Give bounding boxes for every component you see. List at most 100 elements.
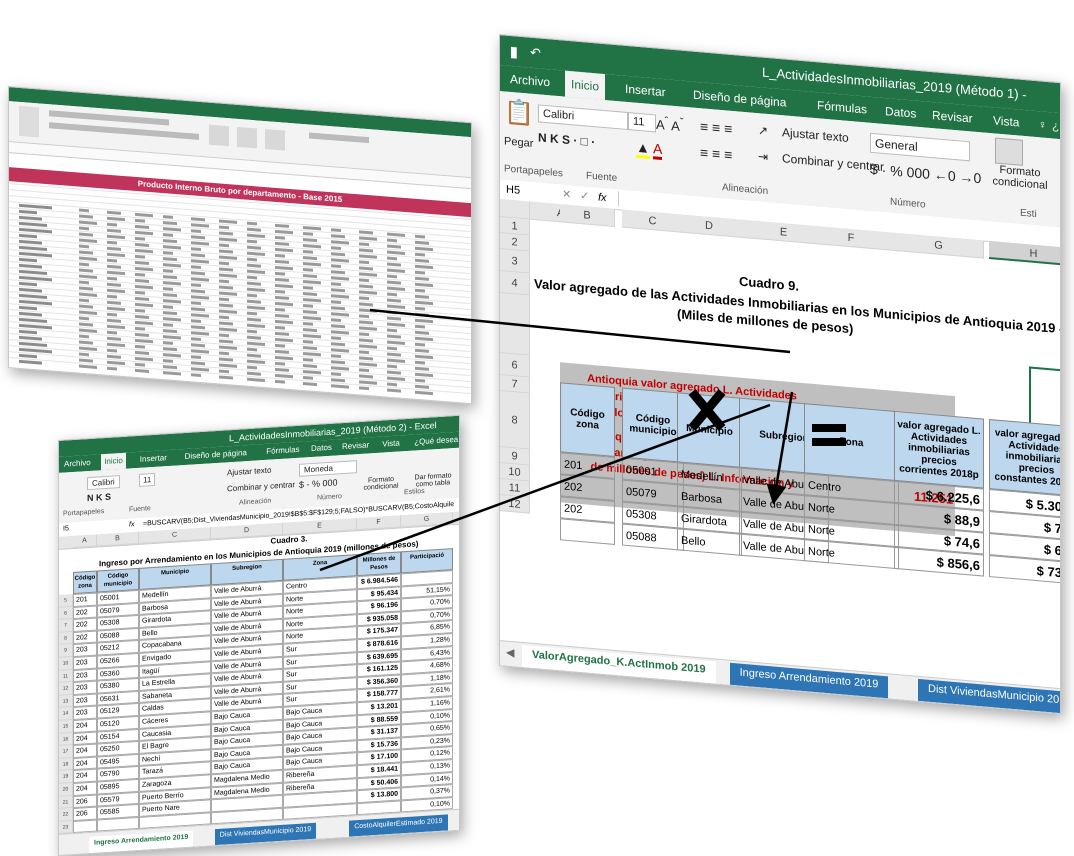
menu-tab-datos[interactable]: Datos — [308, 440, 335, 458]
clipboard-icon: 📋 — [504, 98, 534, 128]
group-label: Alineación — [722, 182, 769, 198]
table-format-button[interactable]: Dar formato como tabla — [409, 472, 457, 489]
font-name-select[interactable]: Calibri — [87, 475, 120, 491]
pib-grid — [9, 183, 471, 403]
enter-icon[interactable]: ✓ — [580, 186, 589, 207]
thumbnail-pib-sheet: Producto Interno Bruto por departamento … — [8, 86, 472, 405]
currency-button[interactable]: $ - % 000 — [299, 477, 338, 489]
font-size-select[interactable]: 11 — [139, 472, 156, 487]
cond-format-icon[interactable] — [995, 137, 1023, 166]
name-box[interactable]: I5 — [63, 522, 69, 536]
row-header[interactable]: 3 — [500, 249, 530, 274]
table-cell[interactable]: 05088 — [622, 523, 684, 551]
row-header: 18 — [59, 757, 73, 772]
cell-styles-icon[interactable] — [265, 129, 285, 151]
group-label: Número — [890, 196, 926, 211]
value-placeholder — [275, 379, 285, 384]
table-format-icon[interactable] — [237, 126, 257, 149]
cond-format-button[interactable]: Formato condicional — [359, 475, 403, 492]
save-icon[interactable]: ▮ — [510, 36, 518, 67]
fill-color-icon[interactable]: ▲ A — [636, 138, 663, 160]
table-header[interactable]: Código municipio — [97, 567, 139, 593]
cancel-icon[interactable]: ✕ — [562, 184, 571, 205]
row-header: 7 — [59, 619, 73, 633]
currency-format-icon[interactable]: $ · % 000 ←0 →0 — [870, 161, 981, 187]
wrap-text-button[interactable]: Ajustar texto — [782, 125, 849, 145]
menu-tab-inicio[interactable]: Inicio — [101, 452, 126, 471]
orientation-icon[interactable]: ↗ — [758, 123, 768, 138]
number-format-select[interactable]: Moneda — [299, 460, 357, 477]
bold-button[interactable]: N K S — [87, 492, 111, 504]
value-placeholder — [163, 371, 181, 376]
indent-icon[interactable]: ⇥ — [758, 149, 768, 164]
value-placeholder — [415, 390, 433, 396]
table-header[interactable]: Municipio — [677, 392, 742, 468]
paste-button[interactable]: Pegar — [504, 135, 533, 150]
font-grow-icon[interactable]: Aˆ Aˇ — [656, 114, 683, 134]
value-placeholder — [191, 373, 201, 378]
column-header-b[interactable]: B — [560, 204, 615, 227]
sheet-tab[interactable]: Dist ViviendasMunicipio 2019 — [214, 822, 317, 846]
merge-center-button[interactable]: Combinar y centrar — [782, 151, 884, 174]
row-header: 22 — [59, 808, 73, 822]
value-placeholder — [247, 377, 265, 383]
row-header: 19 — [59, 770, 73, 784]
row-header: 17 — [59, 745, 73, 759]
table-cell[interactable] — [560, 518, 615, 545]
number-format-select[interactable]: General — [870, 132, 970, 162]
table-cell[interactable]: Bello — [677, 528, 742, 556]
font-name-select[interactable]: Calibri — [538, 104, 628, 131]
group-label: Esti — [1020, 207, 1037, 221]
group-label: Portapapeles — [504, 163, 563, 180]
undo-icon[interactable]: ↶ — [530, 38, 541, 69]
group-label: Fuente — [129, 505, 151, 514]
row-header: 5 — [59, 594, 73, 608]
row-header: 13 — [59, 694, 73, 709]
row-header: 10 — [59, 657, 73, 671]
value-placeholder — [331, 384, 349, 389]
align-left-icon[interactable]: ≡ ≡ ≡ — [700, 144, 732, 163]
table-header[interactable]: valor agregado L. Actividades inmobiliar… — [989, 418, 1061, 498]
menu-tab-inicio[interactable]: Inicio — [565, 70, 606, 101]
table-header[interactable]: Código zona — [560, 382, 615, 457]
scroll-left-icon[interactable]: ◀ — [506, 646, 514, 660]
value-placeholder — [79, 364, 97, 369]
menu-tab-vista[interactable]: Vista — [987, 107, 1025, 136]
row-header: 6 — [59, 606, 73, 621]
row-label-placeholder — [19, 359, 42, 365]
tell-me-icon[interactable]: ♀ — [1038, 111, 1047, 138]
table-header[interactable]: Código municipio — [622, 387, 684, 463]
align-top-icon[interactable]: ≡ ≡ ≡ — [700, 118, 732, 137]
row-header[interactable]: 4 — [500, 271, 530, 296]
table-cell[interactable]: $ 730,0 — [989, 554, 1061, 586]
excel-window-metodo-1: ▮ ↶ L_ActividadesInmobiliarias_2019 (Mét… — [499, 34, 1061, 715]
cond-format-button[interactable]: Formato condicional — [990, 163, 1050, 192]
menu-tab-vista[interactable]: Vista — [379, 435, 403, 452]
row-header[interactable]: 12 — [500, 495, 530, 514]
table-header[interactable]: valor agregado L. Actividades inmobiliar… — [894, 410, 984, 489]
table-header[interactable]: Millones de Pesos — [357, 551, 401, 577]
merge-center-button[interactable]: Combinar y centrar — [227, 480, 295, 493]
row-header: 9 — [59, 644, 73, 658]
paste-icon[interactable] — [19, 105, 39, 138]
font-size-select[interactable]: 11 — [628, 112, 656, 133]
row-header[interactable]: 8 — [500, 391, 530, 450]
ingreso-table: Código zona Código municipio Municipio Subr… — [59, 548, 459, 835]
row-header: 8 — [59, 631, 73, 646]
row-header[interactable] — [500, 293, 530, 356]
bold-italic-underline[interactable]: N K S · □ · — [538, 130, 595, 149]
cuadro-3-text: Cuadro 3. — [270, 534, 308, 546]
row-header[interactable]: 6 — [500, 353, 530, 378]
fx-icon: fx — [129, 521, 135, 529]
row-header: 21 — [59, 795, 73, 810]
sheet-grid: ABCDEFGH12346789101112Cuadro 9.Valor agr… — [500, 199, 1061, 689]
menu-tab-datos[interactable]: Datos — [879, 98, 922, 128]
table-header[interactable]: Zona — [804, 403, 899, 482]
wrap-text-button[interactable]: Ajustar texto — [227, 466, 271, 478]
cond-format-icon[interactable] — [209, 124, 229, 147]
sheet-tab[interactable]: CostoAlquilerEstimado 2019 — [349, 814, 448, 837]
group-label: Estilos — [404, 487, 425, 497]
row-header: 12 — [59, 682, 73, 696]
table-header[interactable]: Código zona — [73, 570, 97, 595]
row-header: 15 — [59, 720, 73, 734]
